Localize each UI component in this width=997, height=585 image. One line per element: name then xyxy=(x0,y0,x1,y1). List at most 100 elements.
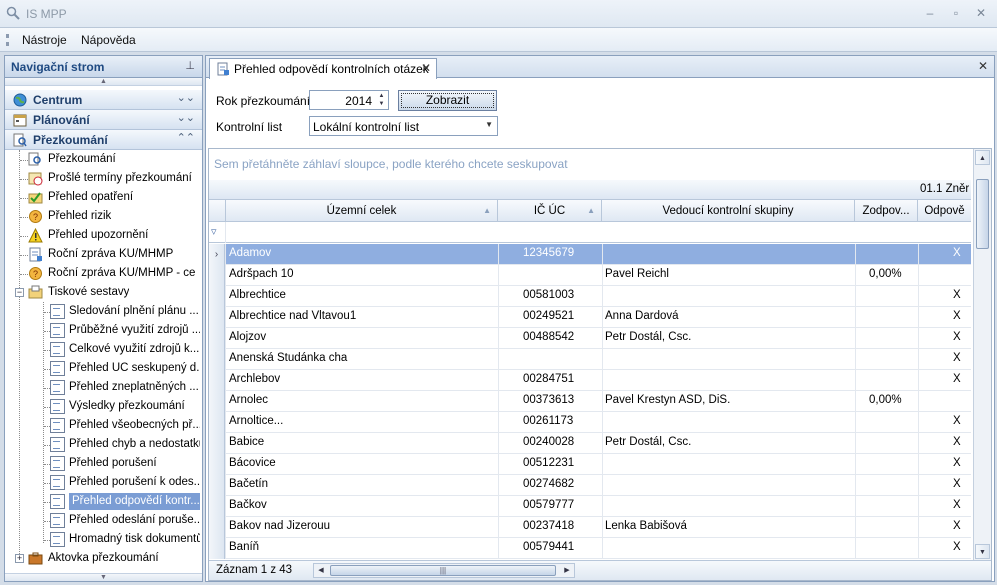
scroll-right-arrow-icon[interactable]: ▶ xyxy=(560,564,574,577)
nav-group-centrum[interactable]: Centrum ⌄⌄ xyxy=(5,90,202,110)
tree-item-report[interactable]: Přehled porušení k odes... xyxy=(5,473,202,492)
tree-item-report[interactable]: Průběžné využití zdrojů ... xyxy=(5,321,202,340)
tree-item-report[interactable]: Přehled ÚC seskupený d... xyxy=(5,359,202,378)
tab-prehled-odpovedi[interactable]: Přehled odpovědí kontrolních otázek ✕ xyxy=(209,58,437,79)
tree-item-prehled-opatreni[interactable]: Přehled opatření xyxy=(5,188,202,207)
warning-triangle-icon xyxy=(28,228,43,243)
checklist-combobox[interactable]: Lokální kontrolní list ▼ xyxy=(309,116,498,136)
column-header-vedouci[interactable]: Vedoucí kontrolní skupiny xyxy=(602,200,855,222)
row-indicator[interactable] xyxy=(209,412,225,433)
table-row[interactable]: Adršpach 10 Pavel Reichl 0,00% xyxy=(209,265,971,286)
tree-item-report[interactable]: Přehled odpovědí kontr... xyxy=(5,492,202,511)
checklist-value: Lokální kontrolní list xyxy=(313,120,420,134)
table-row[interactable]: Babice 00240028 Petr Dostál, Csc. X xyxy=(209,433,971,454)
tree-item-report[interactable]: Přehled chyb a nedostatků xyxy=(5,435,202,454)
tree-item-report[interactable]: Celkové využití zdrojů k... xyxy=(5,340,202,359)
filter-icon[interactable]: ▿ xyxy=(211,225,217,238)
tree-item-prezkoumani[interactable]: Přezkoumání xyxy=(5,150,202,169)
tree-item-report[interactable]: Výsledky přezkoumání xyxy=(5,397,202,416)
data-grid: Sem přetáhněte záhlaví sloupce, podle kt… xyxy=(208,148,992,581)
collapse-icon[interactable]: − xyxy=(15,288,24,297)
row-indicator[interactable] xyxy=(209,454,225,475)
table-row[interactable]: Archlebov 00284751 X xyxy=(209,370,971,391)
report-document-icon xyxy=(50,361,65,376)
table-row[interactable]: Arnoltice... 00261173 X xyxy=(209,412,971,433)
tree-item-report[interactable]: Přehled zneplatněných ... xyxy=(5,378,202,397)
menu-nastroje[interactable]: Nástroje xyxy=(22,33,67,47)
tree-item-report[interactable]: Hromadný tisk dokumentů xyxy=(5,530,202,549)
dropdown-arrow-icon[interactable]: ▼ xyxy=(485,120,493,129)
menu-napoveda[interactable]: Nápověda xyxy=(81,33,136,47)
table-row[interactable]: Albrechtice nad Vltavou1 00249521 Anna Dar… xyxy=(209,307,971,328)
nav-group-planovani[interactable]: Plánování ⌄⌄ xyxy=(5,110,202,130)
row-indicator[interactable] xyxy=(209,349,225,370)
scroll-left-arrow-icon[interactable]: ◀ xyxy=(314,564,328,577)
show-button[interactable]: Zobrazit xyxy=(398,90,497,111)
tree-item-report[interactable]: Přehled odeslání poruše... xyxy=(5,511,202,530)
maximize-button[interactable]: ▫ xyxy=(948,6,964,20)
row-indicator[interactable] xyxy=(209,370,225,391)
filter-row[interactable]: ▿ xyxy=(209,222,971,243)
table-row[interactable]: › Adamov 12345679 X xyxy=(209,244,971,265)
band-header[interactable]: 01.1 Zněr xyxy=(920,183,969,195)
nav-group-prezkoumani[interactable]: Přezkoumání ⌃⌃ xyxy=(5,130,202,150)
tree-item-rocni-zprava-ce[interactable]: ? Roční zpráva KÚ/MHMP - ce... xyxy=(5,264,202,283)
row-indicator[interactable] xyxy=(209,328,225,349)
tree-item-tiskove-sestavy[interactable]: − Tiskové sestavy xyxy=(5,283,202,302)
vertical-scroll-thumb[interactable] xyxy=(976,179,989,249)
tree-item-label: Přezkoumání xyxy=(48,153,116,165)
table-row[interactable]: Arnolec 00373613 Pavel Krestyn ASD, DiS. 0,… xyxy=(209,391,971,412)
close-window-button[interactable]: ✕ xyxy=(973,6,989,20)
table-row[interactable]: Bačetín 00274682 X xyxy=(209,475,971,496)
row-indicator[interactable] xyxy=(209,307,225,328)
tree-item-aktovka-prezkoumani[interactable]: + Aktovka přezkoumání xyxy=(5,549,202,568)
column-header-zodpovednost[interactable]: Zodpov... xyxy=(855,200,918,222)
column-header-ic-uc[interactable]: IČ ÚC ▲ xyxy=(498,200,602,222)
row-indicator[interactable] xyxy=(209,517,225,538)
scroll-up-arrow-icon[interactable]: ▲ xyxy=(975,150,990,165)
vertical-scrollbar[interactable]: ▲ ▼ xyxy=(973,149,991,560)
row-indicator[interactable] xyxy=(209,538,225,559)
table-row[interactable]: Bačkov 00579777 X xyxy=(209,496,971,517)
row-indicator[interactable] xyxy=(209,391,225,412)
cell-ic: 12345679 xyxy=(523,247,575,259)
tree-item-label: Roční zpráva KÚ/MHMP - ce... xyxy=(48,267,196,279)
tree-item-prehled-rizik[interactable]: ? Přehled rizik xyxy=(5,207,202,226)
row-indicator[interactable] xyxy=(209,496,225,517)
row-indicator[interactable] xyxy=(209,286,225,307)
panel-close-icon[interactable]: ✕ xyxy=(978,59,988,73)
cell-ic: 00284751 xyxy=(523,373,575,385)
minimize-button[interactable]: – xyxy=(922,6,938,20)
row-indicator[interactable] xyxy=(209,265,225,286)
column-header-uzemni-celek[interactable]: Územní celek ▲ xyxy=(226,200,498,222)
spinner-arrows-icon[interactable]: ▲ ▼ xyxy=(376,92,387,108)
tree-item-report[interactable]: Přehled všeobecných př... xyxy=(5,416,202,435)
tab-close-icon[interactable]: ✕ xyxy=(421,61,431,75)
table-row[interactable]: Bácovice 00512231 X xyxy=(209,454,971,475)
row-indicator[interactable] xyxy=(209,433,225,454)
table-row[interactable]: Alojzov 00488542 Petr Dostál, Csc. X xyxy=(209,328,971,349)
scroll-down-arrow-icon[interactable]: ▼ xyxy=(975,544,990,559)
table-row[interactable]: Anenská Studánka cha X xyxy=(209,349,971,370)
table-row[interactable]: Albrechtice 00581003 X xyxy=(209,286,971,307)
scroll-down-cap[interactable]: ▼ xyxy=(5,573,202,581)
row-indicator[interactable] xyxy=(209,475,225,496)
pin-icon[interactable]: ⊥ xyxy=(185,59,195,72)
horizontal-scrollbar[interactable]: ◀ ||| ▶ xyxy=(313,563,575,578)
toolbar-grip[interactable] xyxy=(6,34,9,46)
horizontal-scroll-thumb[interactable]: ||| xyxy=(330,565,556,576)
column-header-odpoved[interactable]: Odpově xyxy=(918,200,971,222)
cell-odp: X xyxy=(953,478,961,490)
scroll-up-cap[interactable]: ▲ xyxy=(5,78,202,86)
checkmark-envelope-icon xyxy=(28,192,43,204)
table-row[interactable]: Bakov nad Jizerouu 00237418 Lenka Babišová… xyxy=(209,517,971,538)
year-spinner[interactable]: 2014 ▲ ▼ xyxy=(309,90,389,110)
tree-item-prehled-upozorneni[interactable]: Přehled upozornění xyxy=(5,226,202,245)
table-row[interactable]: Baníň 00579441 X xyxy=(209,538,971,559)
tree-item-prosle-terminy[interactable]: Prošlé termíny přezkoumání xyxy=(5,169,202,188)
tree-item-report[interactable]: Sledování plnění plánu ... xyxy=(5,302,202,321)
row-indicator[interactable]: › xyxy=(209,244,225,265)
tree-item-rocni-zprava[interactable]: Roční zpráva KÚ/MHMP xyxy=(5,245,202,264)
expand-icon[interactable]: + xyxy=(15,554,24,563)
tree-item-report[interactable]: Přehled porušení xyxy=(5,454,202,473)
